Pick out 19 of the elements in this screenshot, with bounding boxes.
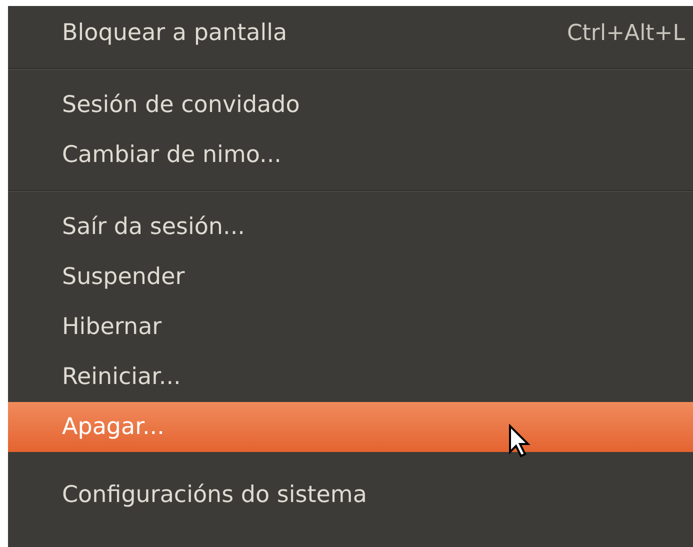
menu-item[interactable]: Cambiar de nimo... [8,130,693,180]
menu-item[interactable]: Reiniciar... [8,352,693,402]
menu-item-label: Suspender [62,262,185,292]
menu-item-label: Hibernar [62,312,162,342]
menu-item-label: Cambiar de nimo... [62,140,282,170]
menu-item-label: Bloquear a pantalla [62,18,288,48]
menu-item[interactable]: Suspender [8,252,693,302]
menu-item[interactable]: Configuracións do sistema [8,470,693,520]
menu-item[interactable]: Saír da sesión... [8,202,693,252]
menu-item[interactable]: Sesión de convidado [8,80,693,130]
menu-item-label: Apagar... [62,412,164,442]
menu-item-label: Reiniciar... [62,362,181,392]
menu-item[interactable]: Bloquear a pantalla Ctrl+Alt+L [8,8,693,58]
menu-item[interactable]: Hibernar [8,302,693,352]
shortcut-label: Ctrl+Alt+L [566,20,685,48]
mouse-pointer-icon [508,424,532,458]
menu-item-label: Configuracións do sistema [62,480,367,510]
menu-item-label: Saír da sesión... [62,212,245,242]
menu-item-label: Sesión de convidado [62,90,300,120]
